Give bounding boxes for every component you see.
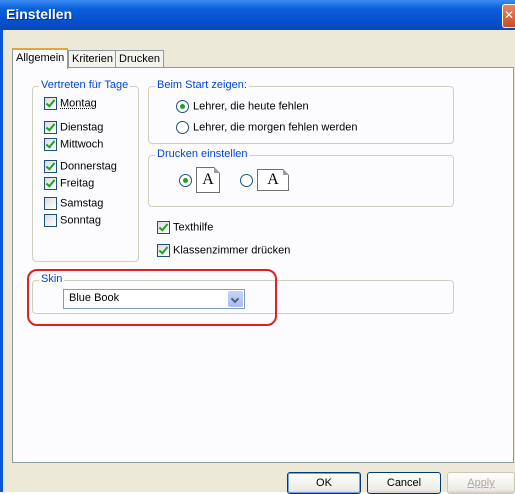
checkbox-box[interactable] (44, 214, 57, 227)
tab-label: Drucken (119, 53, 160, 65)
apply-button-label: Apply (467, 477, 495, 489)
checkbox-box[interactable] (44, 160, 57, 173)
portrait-page-icon: A (196, 167, 220, 193)
checkbox-label: Samstag (60, 197, 104, 210)
checkbox-samstag[interactable]: Samstag (44, 197, 103, 211)
radio-button[interactable] (176, 121, 189, 134)
checkbox-label: Klassenzimmer drücken (173, 244, 291, 257)
window-frame (0, 30, 3, 492)
landscape-page-icon: A (257, 169, 289, 191)
start-group: Beim Start zeigen: (148, 79, 454, 144)
checkbox-box[interactable] (44, 97, 57, 110)
checkbox-label: Dienstag (60, 121, 104, 134)
window-title: Einstellen (6, 6, 73, 22)
radio-heute[interactable]: Lehrer, die heute fehlen (176, 100, 309, 114)
checkbox-label: Montag (60, 97, 97, 110)
checkbox-box[interactable] (44, 138, 57, 151)
highlight-annotation (27, 269, 277, 326)
checkbox-montag[interactable]: Montag (44, 97, 97, 111)
checkbox-klassenzimmer[interactable]: Klassenzimmer drücken (157, 244, 290, 258)
tab-kriterien[interactable]: Kriterien (68, 50, 117, 67)
checkbox-sonntag[interactable]: Sonntag (44, 214, 101, 228)
radio-button[interactable] (240, 173, 253, 187)
radio-button[interactable] (176, 100, 189, 113)
checkbox-label: Donnerstag (60, 160, 117, 173)
checkbox-box[interactable] (44, 121, 57, 134)
radio-morgen[interactable]: Lehrer, die morgen fehlen werden (176, 121, 358, 135)
cancel-button-label: Cancel (386, 477, 422, 489)
checkbox-donnerstag[interactable]: Donnerstag (44, 160, 117, 174)
checkbox-texthilfe[interactable]: Texthilfe (157, 221, 213, 235)
settings-dialog: Einstellen ✕ Allgemein Kriterien Drucken… (0, 0, 515, 494)
print-group-legend: Drucken einstellen (155, 148, 250, 160)
checkbox-box[interactable] (157, 244, 170, 257)
close-icon: ✕ (503, 8, 515, 22)
checkbox-dienstag[interactable]: Dienstag (44, 121, 103, 135)
ok-button-label: OK (316, 477, 332, 489)
radio-label: Lehrer, die morgen fehlen werden (193, 121, 358, 134)
title-bar[interactable]: Einstellen ✕ (0, 0, 515, 30)
start-group-legend: Beim Start zeigen: (155, 79, 249, 91)
tab-drucken[interactable]: Drucken (115, 50, 164, 67)
checkbox-box[interactable] (44, 177, 57, 190)
tab-label: Allgemein (16, 52, 65, 64)
close-button[interactable]: ✕ (502, 4, 515, 28)
tab-allgemein[interactable]: Allgemein (12, 48, 69, 69)
days-group: Vertreten für Tage (32, 79, 139, 262)
checkbox-mittwoch[interactable]: Mittwoch (44, 138, 103, 152)
checkbox-box[interactable] (44, 197, 57, 210)
radio-portrait[interactable]: A (179, 167, 220, 193)
radio-label: Lehrer, die heute fehlen (193, 100, 309, 113)
checkbox-label: Texthilfe (173, 221, 214, 234)
checkbox-freitag[interactable]: Freitag (44, 177, 94, 191)
ok-button[interactable]: OK (287, 472, 361, 494)
checkbox-label: Sonntag (60, 214, 101, 227)
apply-button[interactable]: Apply (447, 472, 515, 494)
tab-label: Kriterien (72, 53, 113, 65)
cancel-button[interactable]: Cancel (367, 472, 441, 494)
radio-button[interactable] (179, 173, 192, 187)
radio-landscape[interactable]: A (240, 169, 289, 193)
checkbox-label: Mittwoch (60, 138, 104, 151)
checkbox-label: Freitag (60, 177, 95, 190)
days-group-legend: Vertreten für Tage (39, 79, 131, 91)
checkbox-box[interactable] (157, 221, 170, 234)
